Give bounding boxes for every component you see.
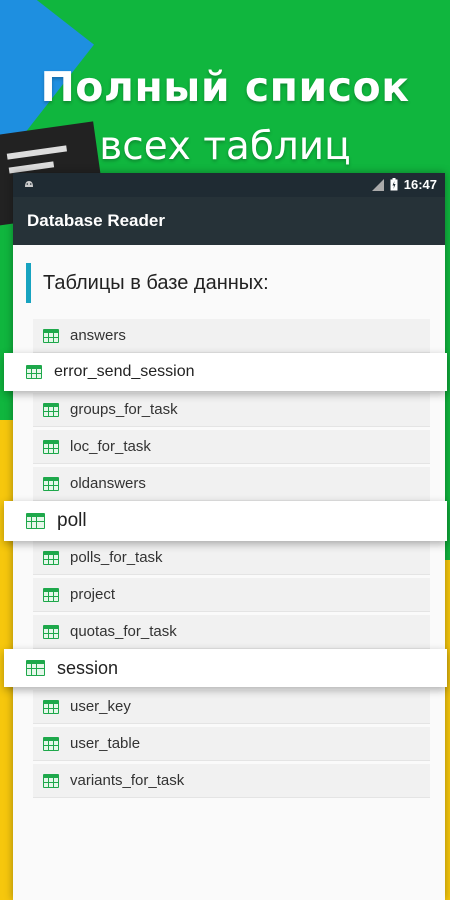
table-icon bbox=[26, 513, 45, 529]
app-title: Database Reader bbox=[27, 211, 165, 230]
table-icon bbox=[26, 660, 45, 676]
table-name: answers bbox=[70, 327, 126, 344]
table-list-item[interactable]: groups_for_task bbox=[33, 393, 430, 427]
signal-icon bbox=[371, 178, 384, 191]
table-list-item[interactable]: variants_for_task bbox=[33, 764, 430, 798]
table-name: poll bbox=[57, 510, 87, 531]
table-name: project bbox=[70, 586, 116, 603]
table-list-item[interactable]: project bbox=[33, 578, 430, 612]
table-icon bbox=[43, 439, 59, 454]
table-icon bbox=[43, 699, 59, 714]
table-name: user_table bbox=[70, 735, 141, 752]
table-icon bbox=[26, 365, 42, 379]
table-name: polls_for_task bbox=[70, 549, 163, 566]
table-list-item-highlighted[interactable]: poll bbox=[4, 501, 447, 541]
android-icon bbox=[25, 181, 33, 187]
table-icon bbox=[43, 402, 59, 417]
table-list-item[interactable]: polls_for_task bbox=[33, 541, 430, 575]
table-name: groups_for_task bbox=[70, 401, 178, 418]
section-header: Таблицы в базе данных: bbox=[26, 263, 445, 303]
battery-icon bbox=[390, 178, 398, 191]
promo-headline: Полный список всех таблиц bbox=[0, 60, 450, 174]
table-name: variants_for_task bbox=[70, 772, 185, 789]
table-list-item[interactable]: answers bbox=[33, 319, 430, 353]
table-icon bbox=[43, 587, 59, 602]
table-name: error_send_session bbox=[54, 363, 195, 380]
table-icon bbox=[43, 773, 59, 788]
headline-line1: Полный список bbox=[40, 63, 410, 111]
table-icon bbox=[43, 550, 59, 565]
table-icon bbox=[43, 624, 59, 639]
table-list-item-highlighted[interactable]: session bbox=[4, 649, 447, 687]
headline-line2: всех таблиц bbox=[99, 124, 351, 169]
table-name: loc_for_task bbox=[70, 438, 151, 455]
section-title: Таблицы в базе данных: bbox=[43, 271, 269, 294]
table-icon bbox=[43, 328, 59, 343]
table-list-item-highlighted[interactable]: error_send_session bbox=[4, 353, 447, 391]
table-list-item[interactable]: oldanswers bbox=[33, 467, 430, 501]
table-list-item[interactable]: loc_for_task bbox=[33, 430, 430, 464]
table-name: user_key bbox=[70, 698, 131, 715]
table-name: session bbox=[57, 657, 119, 678]
status-bar: 16:47 bbox=[13, 173, 445, 197]
table-name: oldanswers bbox=[70, 475, 146, 492]
app-bar: Database Reader bbox=[13, 197, 445, 245]
table-list-item[interactable]: quotas_for_task bbox=[33, 615, 430, 649]
table-list-item[interactable]: user_table bbox=[33, 727, 430, 761]
table-name: quotas_for_task bbox=[70, 623, 177, 640]
table-icon bbox=[43, 736, 59, 751]
table-icon bbox=[43, 476, 59, 491]
table-list-item[interactable]: user_key bbox=[33, 690, 430, 724]
section-accent-bar bbox=[26, 263, 31, 303]
status-time: 16:47 bbox=[403, 177, 437, 192]
